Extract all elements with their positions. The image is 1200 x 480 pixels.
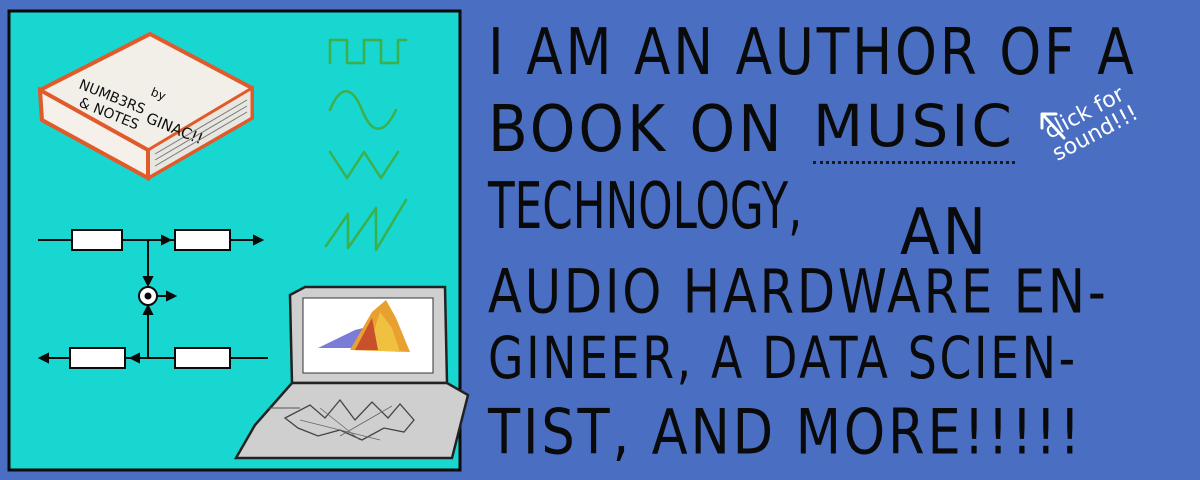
heading-line-5: GINEER, A DATA SCIEN- [488, 325, 1078, 393]
heading-line-4: AUDIO HARDWARE EN- [488, 256, 1109, 327]
heading-line-3a: TECHNOLOGY, [488, 169, 803, 244]
banner: NUMB3RS & NOTES by GINAC!! I AM AN AUTHO… [0, 0, 1200, 480]
heading-line-6: TIST, AND MORE!!!!! [488, 396, 1084, 470]
heading-line-3b: AN [900, 194, 990, 270]
heading-line-2-prefix: BOOK ON [488, 91, 785, 167]
heading-line-1: I AM AN AUTHOR OF A [488, 14, 1137, 90]
click-for-sound-hint: click for sound!!! [1038, 81, 1143, 167]
music-sound-link[interactable]: MUSIC [813, 97, 1015, 164]
bio-text: I AM AN AUTHOR OF A BOOK ON MUSIC click … [488, 0, 1200, 480]
illustration-panel: NUMB3RS & NOTES by GINAC!! [0, 0, 480, 480]
